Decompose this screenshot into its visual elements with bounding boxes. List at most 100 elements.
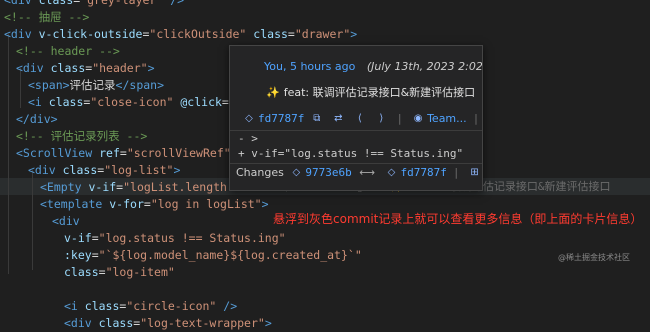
code-token: class (98, 316, 134, 330)
code-line[interactable]: <span>评估记录</span> (28, 77, 164, 94)
code-line[interactable]: <div v-click-outside = "clickOutside" clas… (4, 26, 357, 43)
code-token: = (119, 299, 127, 313)
code-token: "clickOutside" (149, 27, 247, 41)
code-line[interactable]: :key="`${log.model_name}${log.created_at… (64, 247, 362, 264)
code-token: </span> (115, 78, 165, 92)
code-token: "header" (92, 61, 148, 75)
code-token: = (143, 197, 151, 211)
code-line[interactable]: class="log-item" (64, 264, 175, 281)
toolbar-divider: | (397, 112, 402, 125)
code-token: <!-- 抽屉 --> (4, 10, 90, 24)
code-line[interactable]: <template v-for="log in logList"> (40, 196, 269, 213)
code-token: class (38, 0, 74, 7)
code-token: = (221, 95, 229, 109)
code-line[interactable]: <!-- 评估记录列表 --> (16, 128, 147, 145)
compare-icon[interactable]: ⇄ (332, 113, 344, 125)
code-token: "log.status !== Status.ing" (98, 231, 286, 245)
code-token: <ScrollView (16, 146, 100, 160)
previous-icon[interactable]: ⟨ (354, 113, 366, 125)
code-token: "log-list" (104, 163, 174, 177)
code-token: class (253, 27, 288, 41)
code-token: <i (28, 95, 49, 109)
code-token: = (287, 27, 295, 41)
code-line[interactable]: <div class="log-text-wrapper"> (64, 315, 272, 332)
sparkles-icon: ✨ (266, 86, 280, 99)
code-token: 评估记录 (69, 78, 116, 92)
to-sha-link[interactable]: fd7787f (401, 166, 447, 179)
code-token: > (173, 163, 181, 177)
next-icon[interactable]: ⟩ (375, 113, 387, 125)
code-token: /> (163, 0, 185, 7)
code-token: > (350, 27, 358, 41)
code-token: class (62, 163, 98, 177)
code-token: "log-text-wrapper" (140, 316, 265, 330)
code-token: v-click-outside (38, 27, 143, 41)
code-token: = (98, 265, 106, 279)
code-token: ref (99, 146, 120, 160)
team-link[interactable]: Team... (427, 112, 467, 125)
code-token: <div (64, 316, 99, 330)
code-token: v-if (88, 180, 117, 194)
copy-icon[interactable]: ⧉ (311, 113, 323, 125)
code-line[interactable]: <i class="circle-icon" /> (64, 298, 237, 315)
code-token: <!-- header --> (16, 44, 120, 58)
code-token: class (84, 299, 120, 313)
annotation-note: 悬浮到灰色commit记录上就可以查看更多信息（即上面的卡片信息） (273, 212, 643, 226)
indent-guide (8, 34, 9, 274)
code-token: > (261, 197, 269, 211)
code-token: = (91, 248, 99, 262)
code-token: v-if (64, 231, 92, 245)
git-commit-icon: ◇ (387, 167, 396, 178)
watermark: @稀土掘金技术社区 (558, 253, 630, 262)
code-line[interactable]: v-if="log.status !== Status.ing" (64, 230, 286, 247)
indent-guide (32, 170, 33, 270)
commit-message-text: feat: 联调评估记录接口&新建评估接口 (283, 86, 476, 99)
commit-date: (July 13th, 2023 2:02 PM) (366, 60, 483, 73)
code-token: <div (16, 61, 51, 75)
git-commit-icon: ◇ (292, 167, 301, 178)
code-token: @click (180, 95, 222, 109)
code-token: <i (64, 299, 85, 313)
code-token: <div (52, 214, 80, 228)
code-token: "log in logList" (150, 197, 262, 211)
code-line[interactable]: <!-- 抽屉 --> (4, 9, 89, 26)
open-changes-icon[interactable]: ⊞ (469, 167, 481, 179)
code-token: <span> (28, 78, 70, 92)
git-blame-hover-card: You, 5 hours ago (July 13th, 2023 2:02 P… (229, 45, 483, 191)
from-sha-link[interactable]: 9773e6b (305, 166, 351, 179)
code-token: <div (4, 0, 39, 7)
code-token: "log-item" (105, 265, 175, 279)
code-token: :key (64, 248, 92, 262)
code-line[interactable]: <div class="grey-layer" /> (4, 0, 184, 9)
commit-author-line: You, 5 hours ago (July 13th, 2023 2:02 P… (264, 60, 483, 73)
code-line[interactable]: <div class="log-list"> (28, 162, 180, 179)
code-line[interactable]: <div (52, 213, 80, 230)
code-token: <div (4, 27, 39, 41)
code-token: "drawer" (294, 27, 351, 41)
toolbar-divider: | (454, 166, 459, 179)
code-token: "circle-icon" (126, 299, 217, 313)
code-token: "close-icon" (90, 95, 174, 109)
code-token: > (147, 61, 155, 75)
code-token: = (119, 146, 127, 160)
code-token: </div> (16, 112, 58, 126)
team-icon: ◉ (413, 113, 423, 124)
code-line[interactable]: <div class="header"> (16, 60, 155, 77)
code-line[interactable]: </div> (16, 111, 58, 128)
code-line[interactable]: <!-- header --> (16, 43, 120, 60)
code-token: > (264, 316, 272, 330)
commit-toolbar: ◇fd7787f ⧉ ⇄ ⟨ ⟩ | ◉Team... | ⊞ ⋯ (240, 110, 482, 128)
compare-arrow-icon: ⟷ (359, 166, 375, 179)
code-token: /> (216, 299, 238, 313)
hover-divider (230, 130, 482, 131)
git-commit-icon: ◇ (245, 113, 253, 124)
commit-sha-link[interactable]: fd7787f (258, 112, 304, 125)
code-token: v-for (109, 197, 144, 211)
changes-label: Changes (236, 166, 284, 179)
commit-author-link[interactable]: You, 5 hours ago (264, 60, 355, 73)
changes-row: Changes ◇ 9773e6b ⟷ ◇ fd7787f | ⊞ (236, 164, 482, 182)
code-token: "grey-layer" (80, 0, 164, 7)
code-token: "`${log.model_name}${log.created_at}`" (98, 248, 362, 262)
code-token: <div (28, 163, 63, 177)
code-token: class (64, 265, 99, 279)
